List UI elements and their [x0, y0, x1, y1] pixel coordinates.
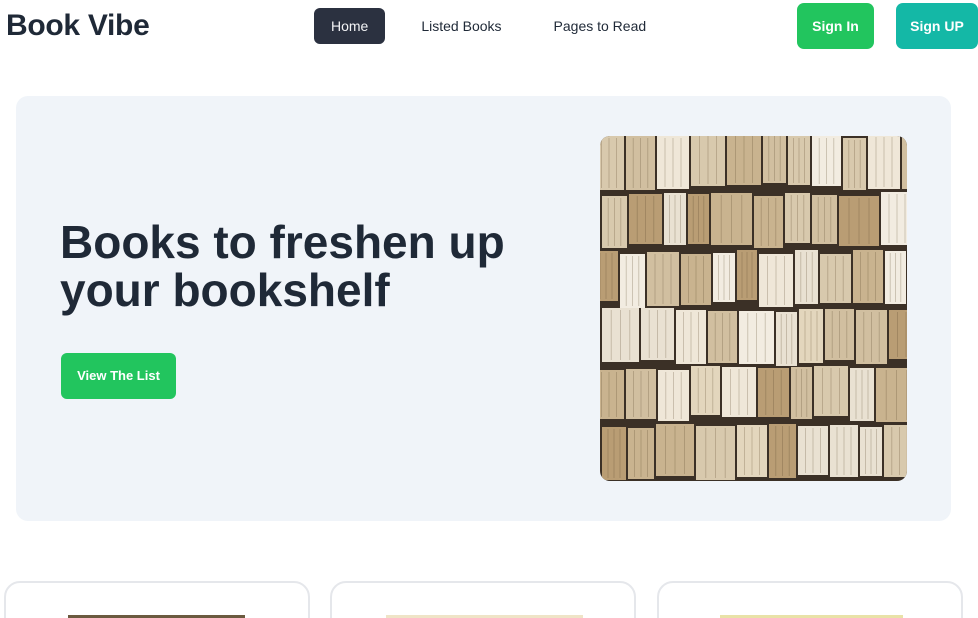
nav-pages-to-read[interactable]: Pages to Read — [537, 8, 664, 44]
sign-up-button[interactable]: Sign UP — [896, 3, 978, 49]
sign-in-button[interactable]: Sign In — [797, 3, 874, 49]
hero-books-image — [600, 136, 907, 481]
nav-home[interactable]: Home — [314, 8, 386, 44]
hero-title: Books to freshen up your bookshelf — [60, 216, 505, 316]
nav-links: Home Listed Books Pages to Read — [314, 8, 663, 44]
book-card[interactable] — [4, 581, 310, 618]
book-card[interactable] — [330, 581, 636, 618]
nav-listed-books[interactable]: Listed Books — [404, 8, 518, 44]
navbar: Book Vibe Home Listed Books Pages to Rea… — [0, 0, 978, 52]
book-card[interactable] — [657, 581, 963, 618]
book-cards — [0, 581, 978, 618]
hero-banner: Books to freshen up your bookshelf View … — [16, 96, 951, 521]
view-list-button[interactable]: View The List — [61, 353, 176, 399]
books-wall-illustration — [600, 136, 907, 480]
brand-logo[interactable]: Book Vibe — [6, 9, 150, 43]
